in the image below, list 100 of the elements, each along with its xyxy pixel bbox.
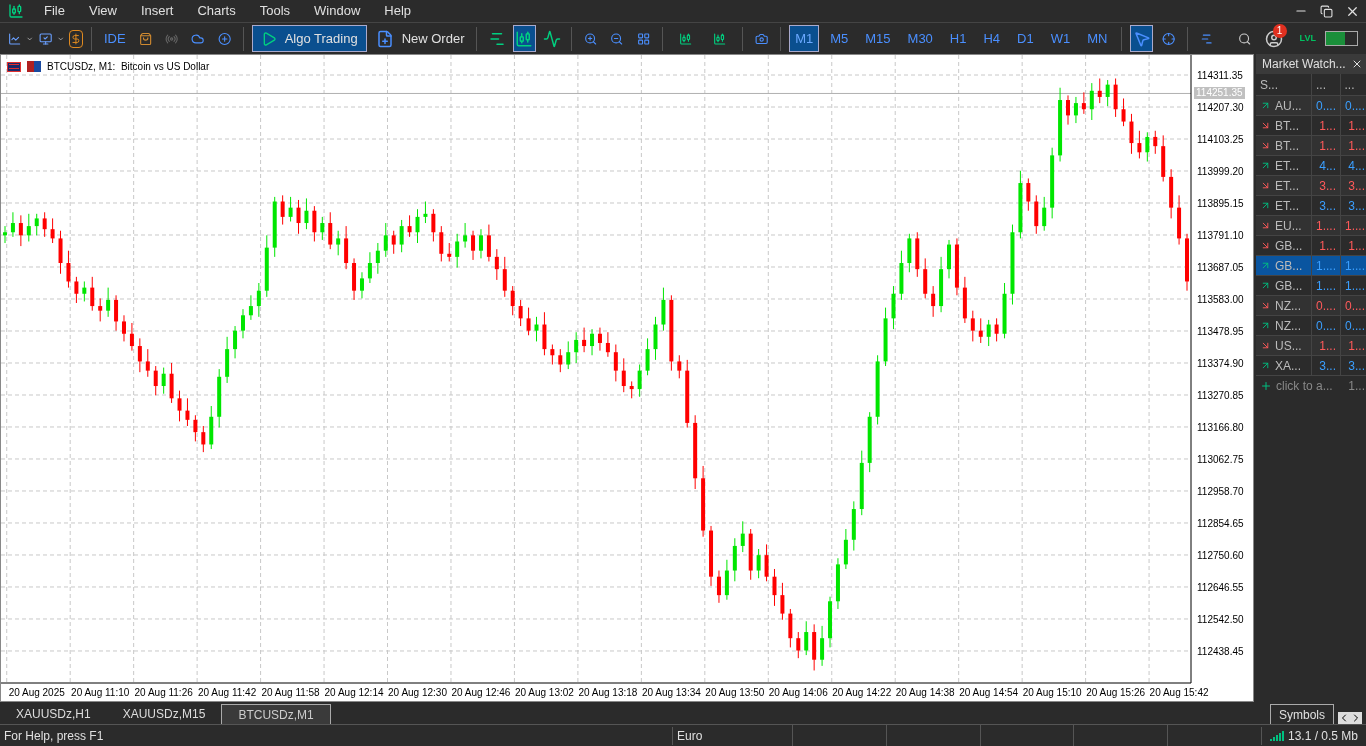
timeframe-button[interactable]: M15 (859, 25, 897, 52)
chart-tab[interactable]: BTCUSDz,M1 (221, 704, 331, 724)
level-button[interactable]: LVL (1299, 31, 1316, 46)
price-axis-label: 114103.25 (1197, 134, 1244, 145)
price-axis-label: 113895.15 (1197, 198, 1244, 209)
bid-value: 1.... (1312, 276, 1341, 295)
new-order-button[interactable]: New Order (371, 25, 469, 52)
symbol-row[interactable]: XA... 3... 3... (1256, 356, 1366, 376)
bid-value: 0.... (1312, 316, 1341, 335)
chart-tab[interactable]: XAUUSDz,M15 (106, 704, 222, 724)
symbol-row[interactable]: EU... 1.... 1.... (1256, 216, 1366, 236)
symbol-row[interactable]: AU... 0.... 0.... (1256, 96, 1366, 116)
column-header[interactable]: ... (1340, 74, 1366, 95)
column-header[interactable]: ... (1312, 74, 1341, 95)
symbol-row[interactable]: ET... 3... 3... (1256, 176, 1366, 196)
menu-item[interactable]: Window (302, 0, 373, 22)
time-axis-label: 20 Aug 13:02 (514, 687, 574, 698)
profile-name: Euro (672, 726, 792, 745)
symbol-name: BT... (1275, 117, 1299, 135)
price-axis-label: 113062.75 (1197, 454, 1244, 465)
bid-value: 1... (1312, 236, 1341, 255)
price-marker: 114251.35 (1194, 87, 1245, 100)
menu-item[interactable]: Tools (247, 0, 303, 22)
symbol-name: XA... (1275, 357, 1301, 375)
add-symbol-field[interactable]: click to a... (1276, 377, 1333, 395)
time-axis-label: 20 Aug 13:34 (641, 687, 701, 698)
algo-trading-button[interactable]: Algo Trading (251, 25, 367, 52)
ask-value: 1... (1347, 137, 1366, 155)
menu-item[interactable]: Charts (185, 0, 248, 22)
timeframe-button[interactable]: D1 (1011, 25, 1040, 52)
chart-tab[interactable]: XAUUSDz,H1 (0, 704, 107, 724)
ask-value: 0.... (1344, 297, 1366, 315)
symbol-row[interactable]: ET... 3... 3... (1256, 196, 1366, 216)
timeframe-button[interactable]: M5 (824, 25, 855, 52)
symbol-row[interactable]: GB... 1.... 1.... (1256, 256, 1366, 276)
symbol-row[interactable]: GB... 1... 1... (1256, 236, 1366, 256)
timeframe-button[interactable]: H4 (977, 25, 1007, 52)
menu-item[interactable]: Help (372, 0, 424, 22)
menu-item[interactable]: File (32, 0, 77, 22)
timeframe-button[interactable]: MN (1081, 25, 1114, 52)
time-axis-label: 20 Aug 12:14 (324, 687, 384, 698)
symbol-name: NZ... (1275, 297, 1301, 315)
time-axis-label: 20 Aug 13:50 (705, 687, 765, 698)
panel-title: Market Watch... (1262, 56, 1346, 73)
traffic-text: 13.1 / 0.5 Mb (1287, 727, 1358, 745)
symbol-row[interactable]: BT... 1... 1... (1256, 116, 1366, 136)
menu-item[interactable]: Insert (128, 0, 186, 22)
ask-value: 4... (1347, 157, 1366, 175)
price-axis-label: 113791.10 (1197, 230, 1244, 241)
timeframe-button[interactable]: W1 (1044, 25, 1077, 52)
symbol-name: GB... (1275, 277, 1303, 295)
ask-value: 3... (1347, 197, 1366, 215)
symbol-row[interactable]: US... 1... 1... (1256, 336, 1366, 356)
symbols-tab[interactable]: Symbols (1270, 704, 1334, 724)
ask-value: 0.... (1344, 97, 1366, 115)
price-axis-label: 113583.00 (1197, 294, 1244, 305)
price-axis-label: 112542.50 (1197, 613, 1244, 625)
symbol-name: AU... (1275, 97, 1302, 115)
chart-title: BTCUSDz, M1: Bitcoin vs US Dollar (47, 60, 210, 74)
bid-value: 0.... (1312, 96, 1341, 115)
symbol-name: ET... (1275, 177, 1299, 195)
price-axis-label: 113687.05 (1197, 262, 1244, 273)
ask-value: 3... (1347, 177, 1366, 195)
price-axis-label: 114207.30 (1197, 102, 1244, 113)
column-header[interactable]: S... (1256, 74, 1312, 95)
time-axis-label: 20 Aug 15:42 (1149, 687, 1209, 698)
bid-value: 1... (1312, 336, 1341, 355)
ask-value: 1... (1347, 337, 1366, 355)
price-axis-label: 113478.95 (1197, 326, 1244, 337)
time-axis-label: 20 Aug 14:22 (832, 687, 892, 698)
price-axis-label: 113374.90 (1197, 358, 1244, 369)
help-text: For Help, press F1 (3, 727, 105, 745)
time-axis-label: 20 Aug 12:30 (388, 687, 447, 698)
notification-badge: 1 (1272, 23, 1287, 38)
menu-item[interactable]: View (76, 0, 129, 22)
ask-value: 1... (1347, 237, 1366, 255)
price-axis-label: 112854.65 (1197, 518, 1244, 529)
timeframe-button[interactable]: M30 (901, 25, 939, 52)
symbol-name: GB... (1275, 237, 1303, 255)
price-axis-label: 113999.20 (1197, 166, 1244, 177)
timeframe-button[interactable]: H1 (943, 25, 973, 52)
symbol-name: EU... (1275, 217, 1302, 235)
symbol-row[interactable]: GB... 1.... 1.... (1256, 276, 1366, 296)
time-axis-label: 20 Aug 14:54 (959, 687, 1019, 698)
ask-value: 3... (1347, 357, 1366, 375)
symbol-name: NZ... (1275, 317, 1301, 335)
bid-value: 1... (1312, 116, 1341, 135)
symbol-row[interactable]: NZ... 0.... 0.... (1256, 316, 1366, 336)
ask-value: 1... (1347, 117, 1366, 135)
add-row-value: 1... (1348, 378, 1366, 395)
symbol-row[interactable]: NZ... 0.... 0.... (1256, 296, 1366, 316)
bid-value: 3... (1312, 356, 1341, 375)
ask-value: 1.... (1344, 257, 1366, 275)
price-axis-label: 112438.45 (1197, 645, 1244, 657)
symbol-name: GB... (1275, 257, 1303, 275)
symbol-row[interactable]: BT... 1... 1... (1256, 136, 1366, 156)
symbol-row[interactable]: ET... 4... 4... (1256, 156, 1366, 176)
ask-value: 1.... (1344, 217, 1366, 235)
time-axis-label: 20 Aug 2025 (8, 687, 65, 698)
ide-button[interactable]: IDE (99, 28, 130, 49)
